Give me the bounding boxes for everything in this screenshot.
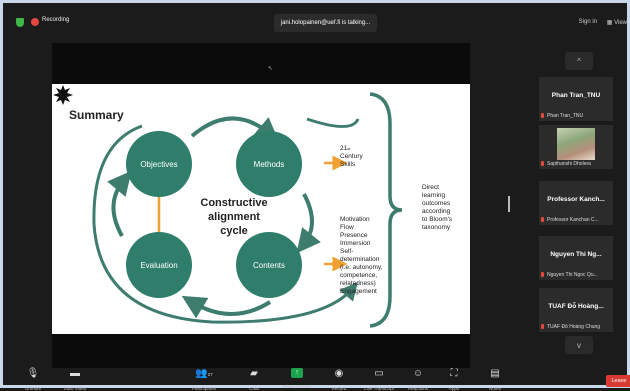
share-screen-label: Share Screen [282,384,312,389]
mic-muted-icon [541,272,544,278]
participant-label: Nguyen Thi Ngoc Qu... [541,272,613,278]
participant-name: TUAF Đỗ Hoàng... [548,303,604,310]
cycle-title: Constructive alignment cycle [174,196,294,238]
participant-label-text: Nguyen Thi Ngoc Qu... [547,272,598,278]
arrow-evaluation-to-objectives [107,170,132,237]
skills-line3: Skills [340,161,356,168]
view-menu-button[interactable]: ▦ View [607,19,627,26]
panel-resize-handle[interactable] [508,196,510,212]
pointer-icon: ↖ [268,66,274,72]
skills-superscript: st [347,146,351,151]
skills-line2: Century [340,153,363,160]
evaluation-circle: Evaluation [126,232,192,298]
arrow-methods-to-contents [296,193,321,254]
motivation-list: Motivation Flow Presence Immersion Self-… [340,216,383,295]
start-video-label: Start Video [63,386,87,391]
mic-muted-icon [541,161,544,167]
century-skills-text: 21st Century Skills [340,145,363,169]
university-logo-icon [53,85,73,105]
participant-tile[interactable]: Professor Kanch... Professor Kanchan C..… [539,181,613,225]
participant-label-text: Sapthanshi Dholera [547,161,591,167]
participant-label-text: TUAF Đỗ Hoàng Chung [547,324,601,330]
chat-icon: ▰ [250,368,258,379]
arrow-contents-to-evaluation [181,295,272,319]
leave-button[interactable]: Leave [606,375,630,387]
participants-label: Participants [191,386,216,391]
participant-tile[interactable]: Nguyen Thi Ng... Nguyen Thi Ngoc Qu... [539,236,613,280]
participant-video [557,128,595,160]
sign-in-link[interactable]: Sign in [579,19,597,25]
methods-label: Methods [253,159,285,169]
learning-outcomes-text: Direct learning outcomes according to Bl… [422,184,453,231]
participant-label: TUAF Đỗ Hoàng Chung [541,324,613,330]
mic-muted-icon [541,217,544,223]
participant-label-text: Professor Kanchan C... [547,217,599,223]
participant-label: Phan Tran_TNU [541,113,613,119]
active-speaker-banner: jani.holopainen@uef.fi is talking... [274,14,377,32]
unmute-label: Unmute [24,386,42,391]
share-screen-button[interactable]: ↑ Share Screen [273,368,321,389]
contents-label: Contents [252,260,286,270]
grid-view-icon: ▦ [606,20,615,26]
notes-label: Notes [488,386,501,391]
scroll-up-button[interactable]: ^ [565,52,593,70]
participant-tile[interactable]: Sapthanshi Dholera [539,125,613,169]
mic-muted-icon [541,113,544,119]
objectives-label: Objectives [140,159,178,169]
methods-circle: Methods [236,131,302,197]
zoom-window: Recording jani.holopainen@uef.fi is talk… [0,0,630,391]
objectives-circle: Objectives [126,131,192,197]
mic-muted-icon [541,324,544,330]
presentation-slide: Summary Objectives Methods Evaluation Co… [52,84,470,334]
video-off-icon: ▬ [70,368,80,379]
microphone-muted-icon: 🎙 [26,368,40,379]
chevron-down-icon: v [577,340,581,350]
security-shield-icon[interactable] [16,18,24,27]
chat-label: Chat [249,386,259,391]
participant-tile[interactable]: Phan Tran_TNU Phan Tran_TNU [539,77,613,121]
meeting-toolbar: 🎙 Unmute ▬ Start Video 👥27 Participants … [3,365,630,391]
participant-name: Professor Kanch... [547,196,605,203]
scroll-down-button[interactable]: v [565,336,593,354]
recording-icon [31,18,39,26]
slide-title: Summary [69,108,124,122]
contents-circle: Contents [236,232,302,298]
share-screen-icon: ↑ [291,368,303,378]
chevron-up-icon: ^ [577,56,581,66]
participant-name: Nguyen Thi Ng... [550,251,602,258]
participant-tile[interactable]: TUAF Đỗ Hoàng... TUAF Đỗ Hoàng Chung [539,288,613,332]
cycle-title-line1: Constructive [200,197,268,209]
participant-label: Sapthanshi Dholera [541,161,613,167]
cycle-title-line2: alignment [208,211,260,223]
view-label: View [614,20,627,26]
participant-name: Phan Tran_TNU [551,92,601,99]
participant-label-text: Phan Tran_TNU [547,113,584,119]
participants-icon: 👥27 [195,368,213,379]
notes-icon: ▤ [490,368,500,379]
evaluation-label: Evaluation [140,260,178,270]
recording-label: Recording [42,17,70,23]
cycle-title-line3: cycle [220,225,248,237]
participants-count: 27 [207,372,213,377]
top-bar: Recording jani.holopainen@uef.fi is talk… [3,3,627,39]
participant-label: Professor Kanchan C... [541,217,613,223]
outer-loop-top [306,117,360,128]
